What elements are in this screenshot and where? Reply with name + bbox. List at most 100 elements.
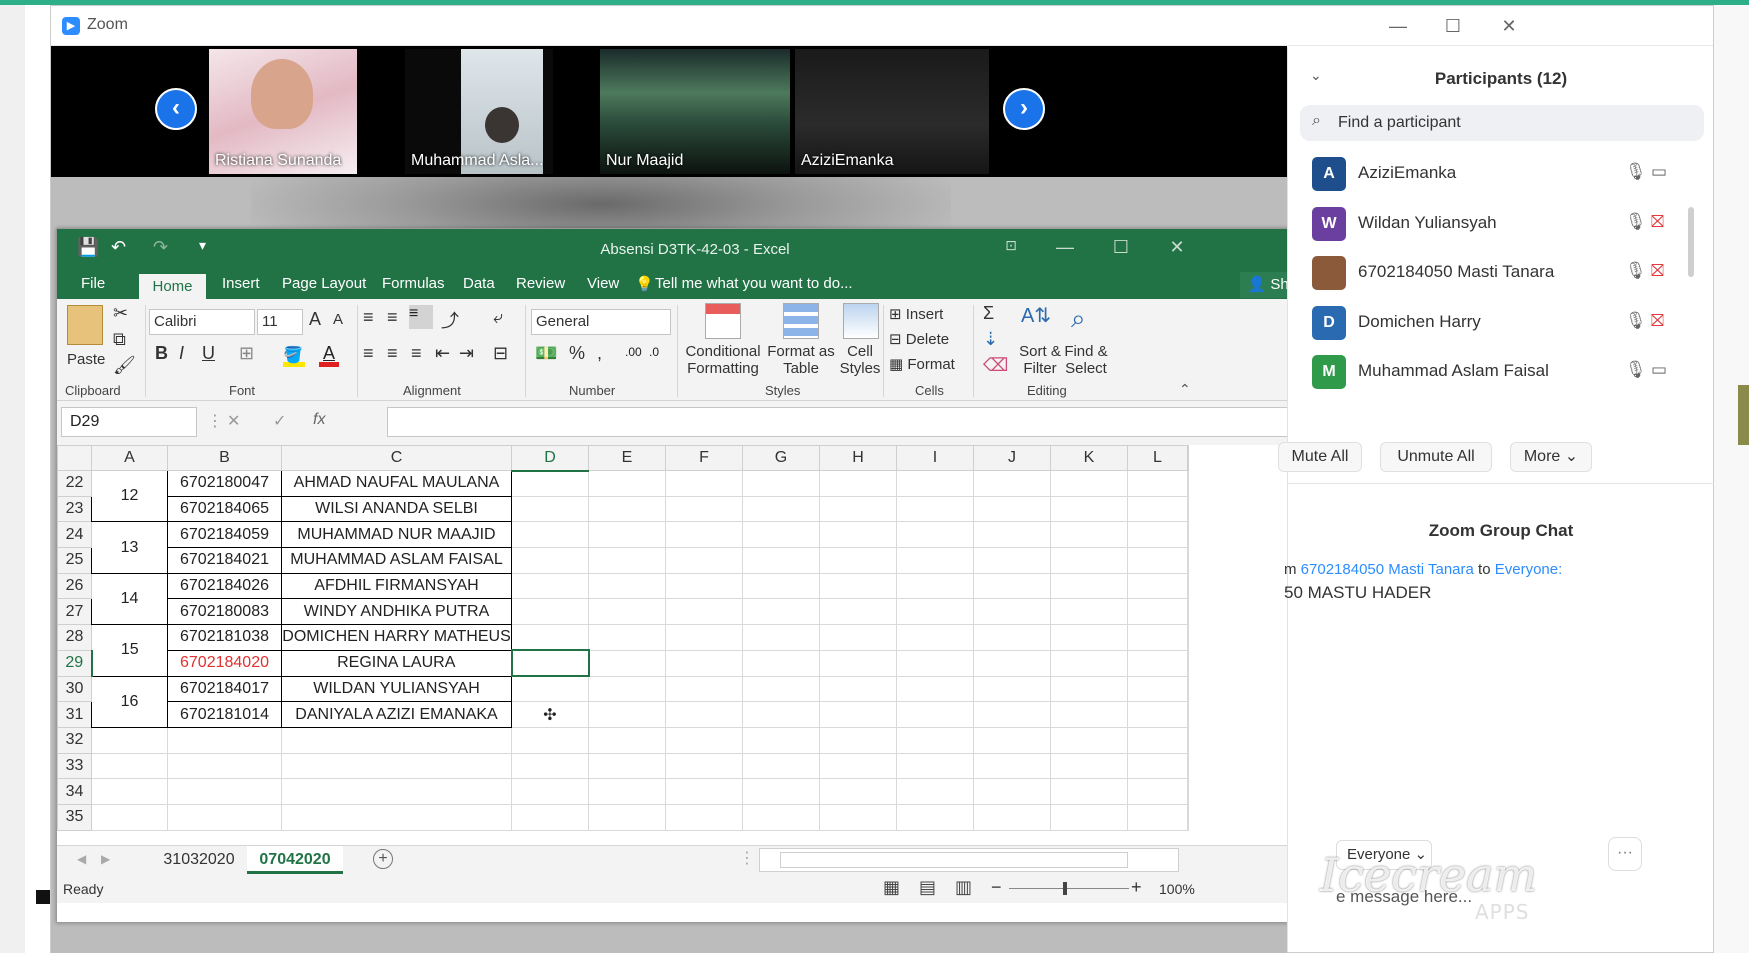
format-as-table-button[interactable]: Format as Table [761,343,841,377]
cell[interactable] [588,495,666,523]
cell[interactable] [1050,701,1128,728]
tab-data[interactable]: Data [463,275,495,292]
cell-a[interactable] [91,803,168,831]
align-center-icon[interactable]: ≡ [387,343,398,364]
cell[interactable] [665,547,743,574]
cell[interactable] [588,649,666,677]
cell[interactable] [819,470,897,497]
cell-c[interactable]: REGINA LAURA [281,649,512,677]
mute-all-button[interactable]: Mute All [1278,442,1362,472]
formula-input[interactable] [387,407,1329,437]
cell[interactable] [1050,752,1128,780]
cell[interactable] [742,649,820,677]
active-cell-d29[interactable] [510,649,590,677]
column-header[interactable]: H [819,445,897,471]
cell[interactable] [896,726,974,754]
chat-recipient[interactable]: Everyone: [1495,561,1563,578]
cell-a[interactable]: 14 [91,572,168,626]
video-tile-muhammad[interactable]: Muhammad Asla... [405,49,553,174]
cell[interactable] [665,521,743,549]
cell[interactable] [588,598,666,626]
confirm-entry-icon[interactable]: ✓ [273,411,286,431]
cell-b[interactable]: 6702184020 [167,649,282,677]
cell[interactable] [511,470,589,497]
cell-b[interactable] [167,803,282,831]
cell[interactable] [665,470,743,497]
zoom-in-icon[interactable]: + [1131,877,1142,898]
worksheet-grid[interactable]: A B C D E F G H I J K L 22 12 6702180047 AHMAD NAUFAL M… [57,445,1333,845]
cell[interactable] [973,598,1051,626]
horizontal-scrollbar[interactable] [759,848,1179,872]
maximize-icon[interactable]: ☐ [1441,14,1465,38]
collapse-ribbon-icon[interactable]: ⌃ [1179,381,1191,398]
cell[interactable] [511,495,589,523]
cell[interactable] [511,547,589,574]
video-off-icon[interactable]: ⛝ [1651,261,1664,281]
cell[interactable] [588,470,666,497]
cell-styles-icon[interactable] [843,303,879,339]
shrink-font-icon[interactable]: A [333,311,343,328]
format-cells-button[interactable]: ▦ Format [889,355,955,373]
row-header[interactable]: 28 [57,624,92,651]
more-button[interactable]: More ⌄ [1510,442,1592,472]
italic-button[interactable]: I [179,343,184,364]
cell[interactable] [973,752,1051,780]
cell[interactable] [896,752,974,780]
cell-b[interactable]: 6702184026 [167,572,282,600]
cell-b[interactable] [167,752,282,780]
cell[interactable] [1050,572,1128,600]
cell-a[interactable]: 13 [91,521,168,574]
align-right-icon[interactable]: ≡ [411,343,422,364]
cell[interactable] [1127,572,1188,600]
video-tile-ristiana[interactable]: Ristiana Sunanda [209,49,357,174]
cell[interactable] [819,752,897,780]
cell[interactable] [511,598,589,626]
cell[interactable] [511,778,589,805]
video-off-icon[interactable]: ⛝ [1651,212,1664,232]
percent-style-button[interactable]: % [569,343,585,364]
minimize-icon[interactable]: — [1386,14,1410,38]
cell[interactable] [588,572,666,600]
cell[interactable] [588,547,666,574]
participant-row[interactable]: M Muhammad Aslam Faisal 🎙 ▭ [1288,348,1714,397]
cell[interactable] [665,701,743,728]
cell[interactable] [1127,547,1188,574]
cell-b[interactable]: 6702184065 [167,495,282,523]
cell[interactable] [896,675,974,703]
worksheet-table[interactable]: A B C D E F G H I J K L 22 12 6702180047 AHMAD NAUFAL M… [57,445,1189,831]
cell[interactable] [1050,547,1128,574]
cell-c[interactable]: DANIYALA AZIZI EMANAKA [281,701,512,728]
cell[interactable] [742,572,820,600]
copy-icon[interactable]: ⧉ [113,329,126,350]
align-left-icon[interactable]: ≡ [363,343,374,364]
unmute-all-button[interactable]: Unmute All [1380,442,1492,472]
cell[interactable] [1127,803,1188,831]
cell[interactable] [665,752,743,780]
cell[interactable] [588,521,666,549]
cell-c[interactable]: AHMAD NAUFAL MAULANA [281,470,512,497]
cell[interactable] [1127,778,1188,805]
column-header[interactable]: D [511,445,589,472]
cut-icon[interactable]: ✂ [113,303,128,324]
cell[interactable] [511,572,589,600]
cell[interactable] [742,778,820,805]
cell-a[interactable] [91,752,168,780]
zoom-level[interactable]: 100% [1159,881,1195,897]
cell[interactable] [742,726,820,754]
decrease-decimal-icon[interactable]: .0 [649,345,659,359]
cell[interactable] [896,598,974,626]
cell-b[interactable] [167,778,282,805]
cell[interactable] [742,803,820,831]
cell[interactable] [819,803,897,831]
cell-a[interactable] [91,726,168,754]
participant-row[interactable]: A AziziEmanka 🎙 ▭ [1288,150,1714,199]
close-icon[interactable]: ✕ [1497,14,1521,38]
cell[interactable] [1127,495,1188,523]
cell[interactable] [819,521,897,549]
cell[interactable] [1050,803,1128,831]
insert-function-button[interactable]: fx [313,411,325,429]
cell[interactable] [896,572,974,600]
cell[interactable] [819,598,897,626]
cell[interactable] [1127,726,1188,754]
cell[interactable] [1127,675,1188,703]
